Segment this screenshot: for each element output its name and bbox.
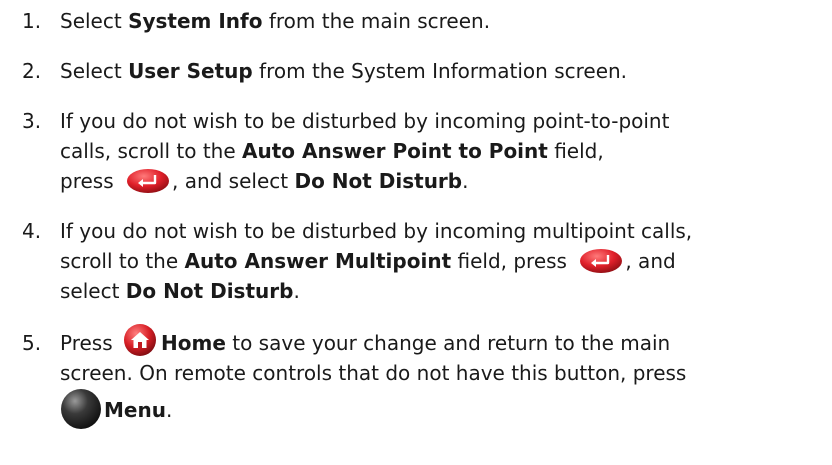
field-auto-answer-multipoint: Auto Answer Multipoint xyxy=(184,249,452,273)
step-number: 2. xyxy=(22,59,42,83)
enter-button-icon xyxy=(579,248,623,274)
step-text: If you do not wish to be disturbed by in… xyxy=(60,109,670,194)
button-label-menu: Menu xyxy=(104,398,166,422)
menu-option-user-setup: User Setup xyxy=(128,59,253,83)
option-do-not-disturb: Do Not Disturb xyxy=(125,279,294,303)
step-number: 3. xyxy=(22,109,42,133)
field-auto-answer-point-to-point: Auto Answer Point to Point xyxy=(242,139,548,163)
step-text: Select User Setup from the System Inform… xyxy=(60,59,628,83)
step-text: Press Home to save your change and retur… xyxy=(60,323,830,432)
step-number: 4. xyxy=(22,219,42,243)
step-text: Select System Info from the main screen. xyxy=(60,9,491,33)
menu-button-icon xyxy=(60,388,102,430)
button-label-home: Home xyxy=(161,331,226,355)
step-number: 1. xyxy=(22,9,42,33)
step-text: If you do not wish to be disturbed by in… xyxy=(60,219,693,303)
enter-button-icon xyxy=(126,168,170,194)
menu-option-system-info: System Info xyxy=(128,9,263,33)
instruction-steps: 1. Select System Info from the main scre… xyxy=(0,0,832,465)
home-button-icon xyxy=(123,323,157,357)
step-number: 5. xyxy=(22,331,42,355)
option-do-not-disturb: Do Not Disturb xyxy=(294,169,463,193)
